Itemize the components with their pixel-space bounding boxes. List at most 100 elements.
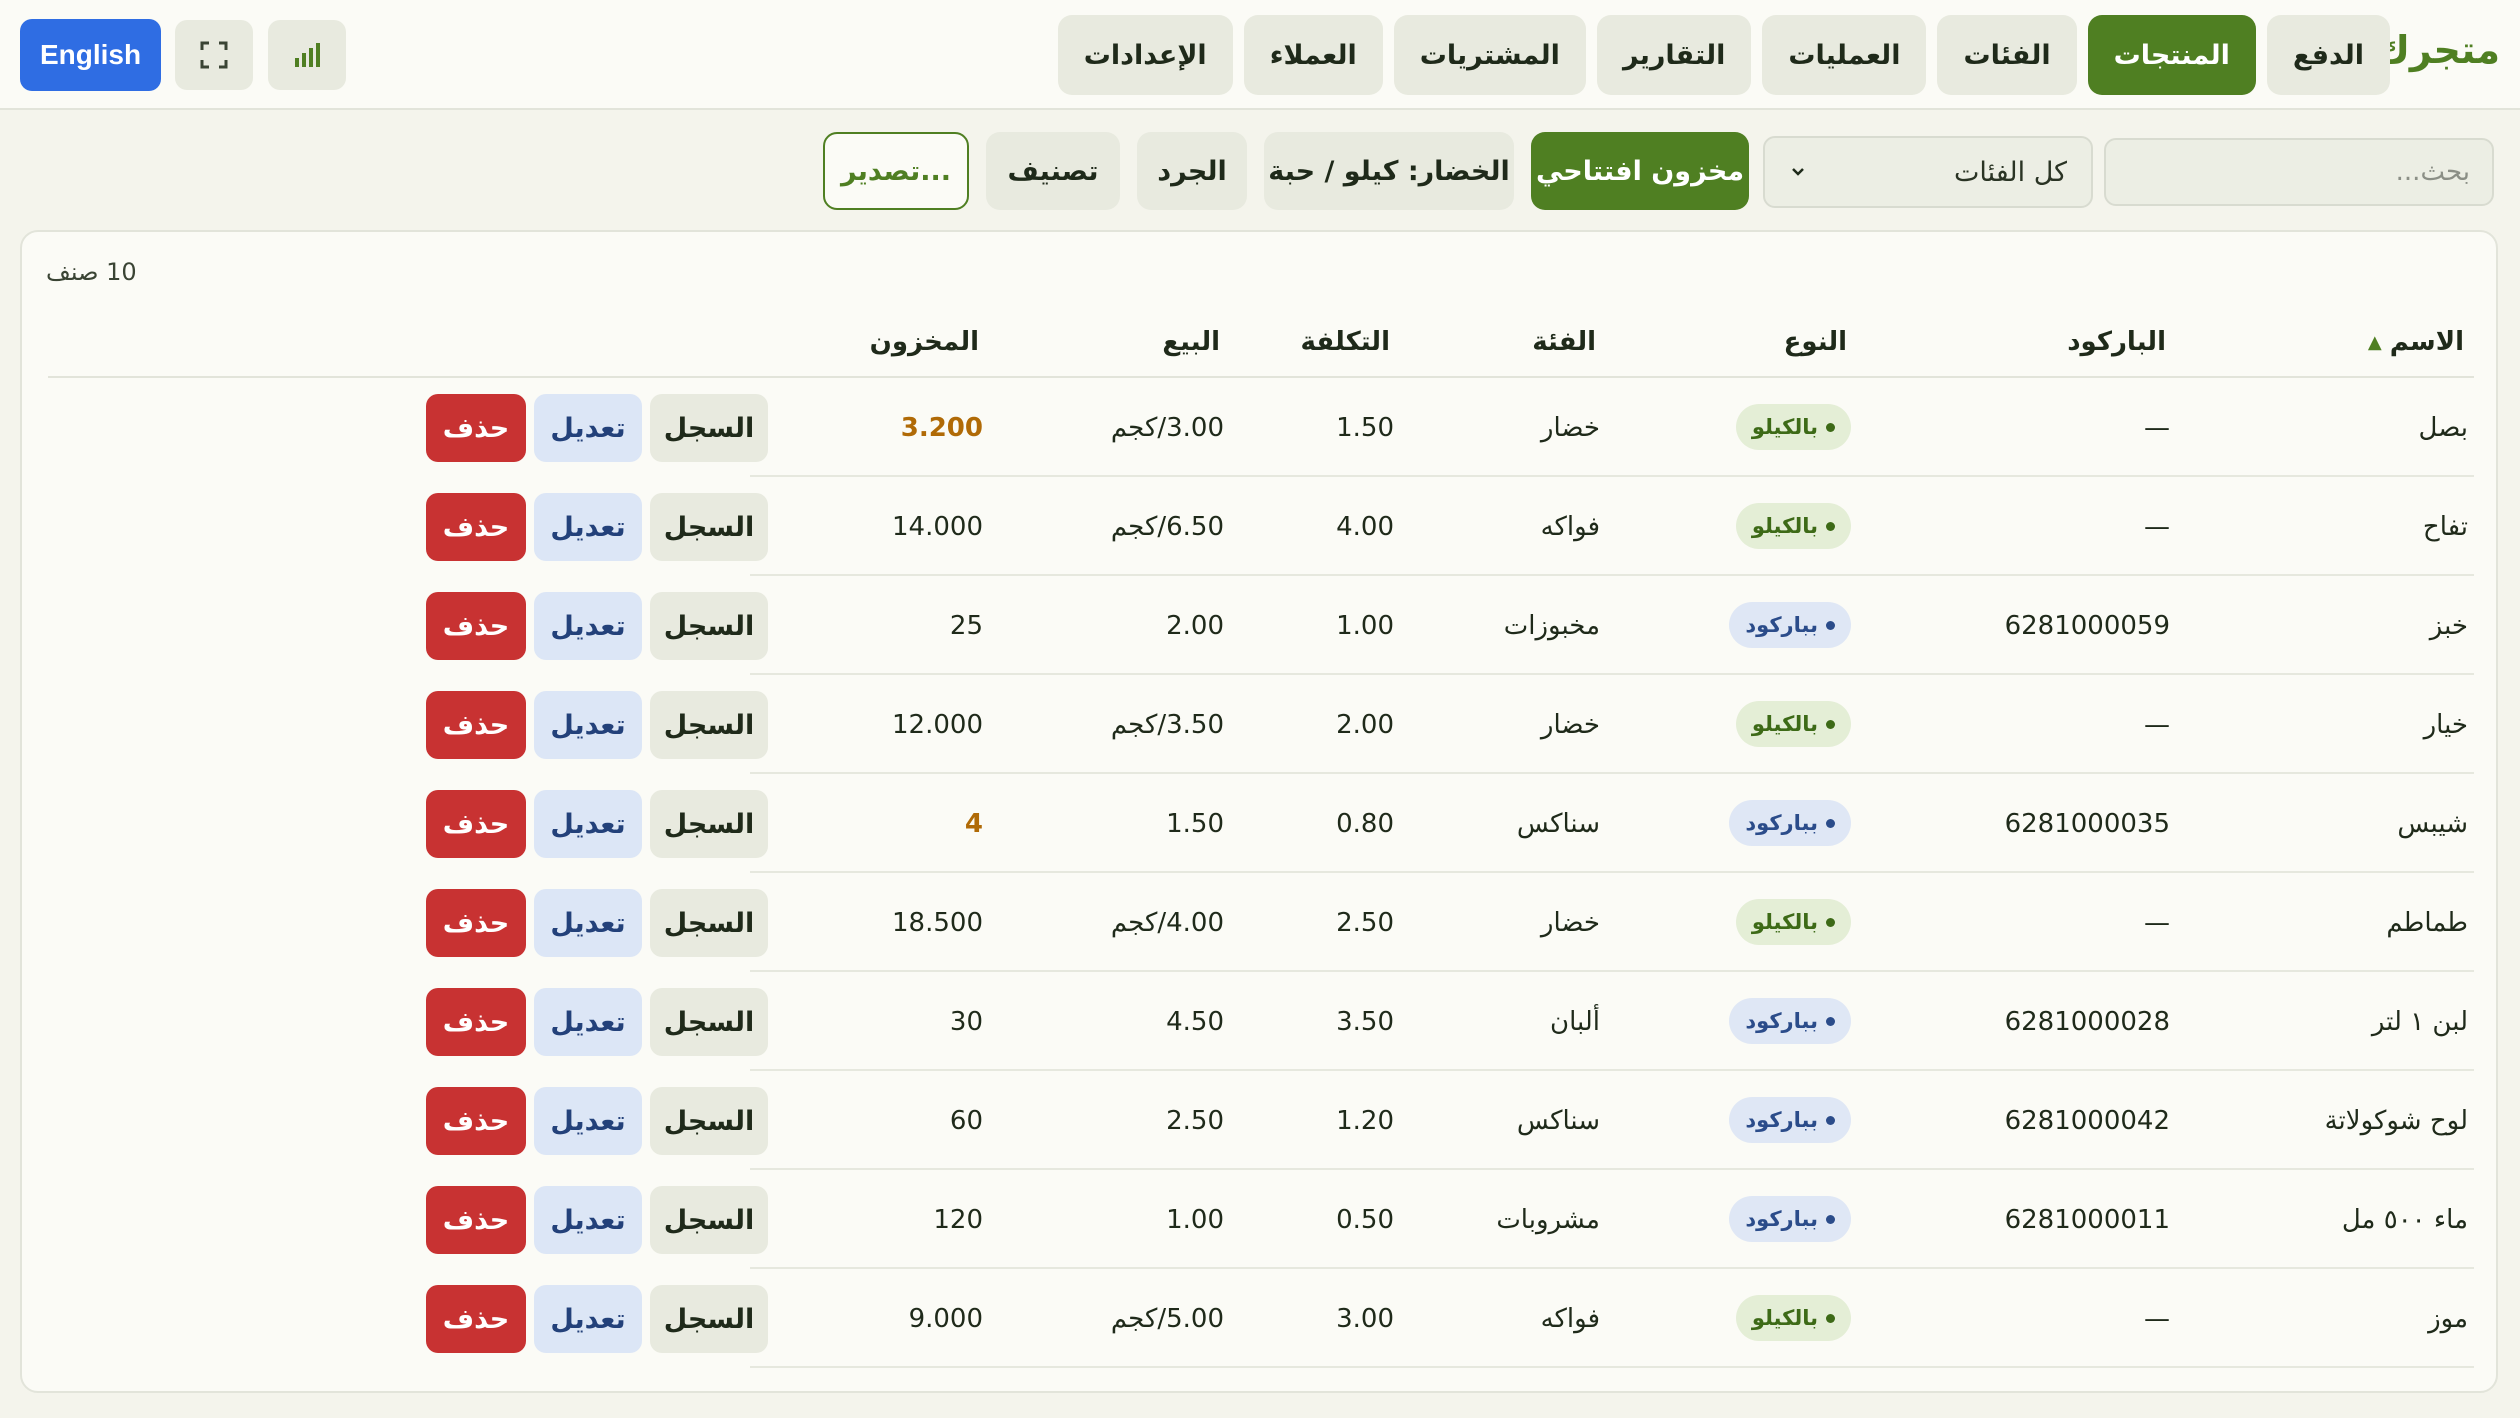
- products-table-card: 10 صنف الاسم ▲ الباركود النوع الفئة التك…: [20, 230, 2498, 1393]
- cell-cost: 1.20: [1336, 1105, 1394, 1136]
- log-button[interactable]: السجل: [650, 889, 768, 957]
- table-row: لبن ١ لتر 6281000028 بباركود ألبان 3.50 …: [48, 972, 2474, 1071]
- log-button[interactable]: السجل: [650, 394, 768, 462]
- type-badge: بباركود: [1729, 800, 1851, 846]
- cell-stock: 120: [933, 1204, 983, 1235]
- delete-button[interactable]: حذف: [426, 394, 526, 462]
- nav-item-7[interactable]: الإعدادات: [1057, 15, 1233, 95]
- nav-item-6[interactable]: العملاء: [1243, 15, 1383, 95]
- cell-barcode: —: [2144, 709, 2170, 740]
- edit-button[interactable]: تعديل: [534, 790, 642, 858]
- edit-button[interactable]: تعديل: [534, 592, 642, 660]
- cell-price: 1.00: [1166, 1204, 1224, 1235]
- cell-category: خضار: [1540, 709, 1600, 740]
- type-badge-label: بالكيلو: [1751, 514, 1818, 538]
- cell-price: 1.50: [1166, 808, 1224, 839]
- delete-button[interactable]: حذف: [426, 790, 526, 858]
- fullscreen-button[interactable]: [175, 20, 253, 90]
- delete-button[interactable]: حذف: [426, 1285, 526, 1353]
- opening-stock-button[interactable]: مخزون افتتاحي: [1531, 132, 1749, 210]
- log-button[interactable]: السجل: [650, 790, 768, 858]
- delete-button[interactable]: حذف: [426, 592, 526, 660]
- fullscreen-icon: [200, 41, 228, 69]
- cell-barcode: 6281000028: [2004, 1006, 2170, 1037]
- table-row: طماطم — بالكيلو خضار 2.50 4.00/كجم 18.50…: [48, 873, 2474, 972]
- veg-mode-button[interactable]: الخضار: كيلو / حبة: [1264, 132, 1514, 210]
- nav-item-2[interactable]: الفئات: [1937, 15, 2077, 95]
- type-badge: بالكيلو: [1735, 404, 1851, 450]
- edit-button[interactable]: تعديل: [534, 691, 642, 759]
- language-toggle-button[interactable]: English: [20, 19, 161, 91]
- log-button[interactable]: السجل: [650, 691, 768, 759]
- log-button[interactable]: السجل: [650, 592, 768, 660]
- cell-stock: 60: [949, 1105, 983, 1136]
- cell-price: 5.00/كجم: [1110, 1303, 1224, 1334]
- cell-name: بصل: [2418, 412, 2468, 443]
- edit-button[interactable]: تعديل: [534, 988, 642, 1056]
- cell-category: سناكس: [1516, 808, 1600, 839]
- classify-button[interactable]: تصنيف: [986, 132, 1120, 210]
- search-input[interactable]: [2104, 138, 2494, 206]
- cell-category: سناكس: [1516, 1105, 1600, 1136]
- header-type[interactable]: النوع: [1784, 327, 1847, 357]
- log-button[interactable]: السجل: [650, 1186, 768, 1254]
- log-button[interactable]: السجل: [650, 1285, 768, 1353]
- header-stock[interactable]: المخزون: [870, 327, 979, 357]
- delete-button[interactable]: حذف: [426, 1087, 526, 1155]
- edit-button[interactable]: تعديل: [534, 1186, 642, 1254]
- edit-button[interactable]: تعديل: [534, 493, 642, 561]
- badge-dot: [1826, 521, 1835, 531]
- brand-logo[interactable]: متجرك: [2375, 28, 2500, 72]
- log-button[interactable]: السجل: [650, 988, 768, 1056]
- export-button[interactable]: تصدير...: [823, 132, 969, 210]
- nav-item-4[interactable]: التقارير: [1596, 15, 1752, 95]
- delete-button[interactable]: حذف: [426, 493, 526, 561]
- header-cost[interactable]: التكلفة: [1300, 327, 1390, 357]
- cell-stock: 4: [964, 808, 983, 839]
- delete-button[interactable]: حذف: [426, 988, 526, 1056]
- stats-button[interactable]: [268, 20, 346, 90]
- table-row: تفاح — بالكيلو فواكه 4.00 6.50/كجم 14.00…: [48, 477, 2474, 576]
- header-name[interactable]: الاسم ▲: [2368, 327, 2464, 357]
- nav-item-1[interactable]: المنتجات: [2087, 15, 2256, 95]
- cell-price: 2.50: [1166, 1105, 1224, 1136]
- edit-button[interactable]: تعديل: [534, 394, 642, 462]
- cell-cost: 2.50: [1336, 907, 1394, 938]
- table-row: خيار — بالكيلو خضار 2.00 3.50/كجم 12.000…: [48, 675, 2474, 774]
- badge-dot: [1826, 818, 1835, 828]
- header-category[interactable]: الفئة: [1532, 327, 1596, 357]
- type-badge-label: بباركود: [1745, 1009, 1818, 1033]
- type-badge: بباركود: [1729, 998, 1851, 1044]
- cell-category: مخبوزات: [1503, 610, 1600, 641]
- header-barcode[interactable]: الباركود: [2067, 327, 2166, 357]
- cell-stock: 9.000: [908, 1303, 983, 1334]
- nav-item-0[interactable]: الدفع: [2266, 15, 2390, 95]
- delete-button[interactable]: حذف: [426, 691, 526, 759]
- cell-cost: 0.80: [1336, 808, 1394, 839]
- edit-button[interactable]: تعديل: [534, 1285, 642, 1353]
- cell-price: 3.50/كجم: [1110, 709, 1224, 740]
- item-count: 10 صنف: [46, 258, 137, 286]
- delete-button[interactable]: حذف: [426, 1186, 526, 1254]
- edit-button[interactable]: تعديل: [534, 889, 642, 957]
- category-select[interactable]: كل الفئات: [1763, 136, 2093, 208]
- nav-item-5[interactable]: المشتريات: [1393, 15, 1586, 95]
- badge-dot: [1826, 1313, 1835, 1323]
- table-row: بصل — بالكيلو خضار 1.50 3.00/كجم 3.200 ا…: [48, 378, 2474, 477]
- cell-name: شيبس: [2397, 808, 2468, 839]
- cell-stock: 25: [949, 610, 983, 641]
- nav-item-3[interactable]: العمليات: [1762, 15, 1927, 95]
- badge-dot: [1826, 620, 1835, 630]
- cell-stock: 30: [949, 1006, 983, 1037]
- main-nav: الدفع المنتجات الفئات العمليات التقارير المشت…: [1057, 15, 2390, 95]
- table-row: ماء ٥٠٠ مل 6281000011 بباركود مشروبات 0.…: [48, 1170, 2474, 1269]
- bar-chart-icon: [295, 43, 320, 67]
- log-button[interactable]: السجل: [650, 1087, 768, 1155]
- cell-name: لبن ١ لتر: [2371, 1006, 2468, 1037]
- inventory-button[interactable]: الجرد: [1137, 132, 1247, 210]
- header-price[interactable]: البيع: [1162, 327, 1220, 357]
- delete-button[interactable]: حذف: [426, 889, 526, 957]
- edit-button[interactable]: تعديل: [534, 1087, 642, 1155]
- log-button[interactable]: السجل: [650, 493, 768, 561]
- badge-dot: [1826, 1115, 1835, 1125]
